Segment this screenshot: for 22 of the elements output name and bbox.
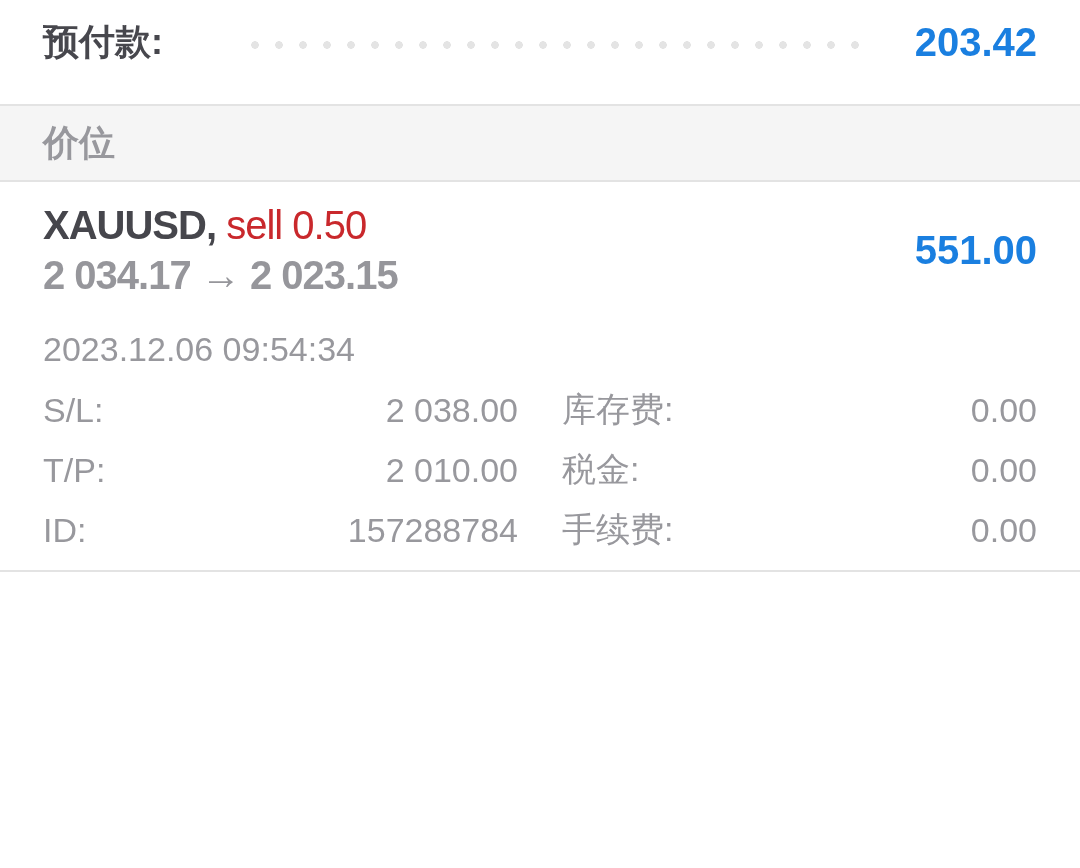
detail-label: S/L: [43, 390, 104, 430]
detail-label: ID: [43, 510, 87, 550]
detail-value: 2 038.00 [385, 390, 518, 430]
current-price: 2 023.15 [249, 253, 398, 297]
detail-label: 税金: [562, 449, 640, 490]
detail-label: 库存费: [562, 389, 674, 430]
symbol-name: XAUUSD, [43, 203, 217, 247]
open-price: 2 034.17 [43, 253, 191, 297]
order-type: sell 0.50 [226, 203, 367, 247]
detail-label: T/P: [43, 450, 106, 490]
prepayment-value: 203.42 [914, 19, 1037, 65]
detail-value: 0.00 [970, 510, 1037, 550]
detail-value: 0.00 [970, 390, 1037, 430]
profit-value: 551.00 [914, 227, 1037, 273]
arrow-icon: → [200, 253, 240, 297]
detail-value: 0.00 [970, 450, 1037, 490]
detail-value: 157288784 [347, 510, 518, 550]
prepayment-label: 预付款: [43, 19, 163, 64]
section-title: 价位 [43, 120, 115, 165]
detail-label: 手续费: [562, 509, 674, 550]
open-time: 2023.12.06 09:54:34 [43, 330, 355, 368]
detail-value: 2 010.00 [385, 450, 518, 490]
